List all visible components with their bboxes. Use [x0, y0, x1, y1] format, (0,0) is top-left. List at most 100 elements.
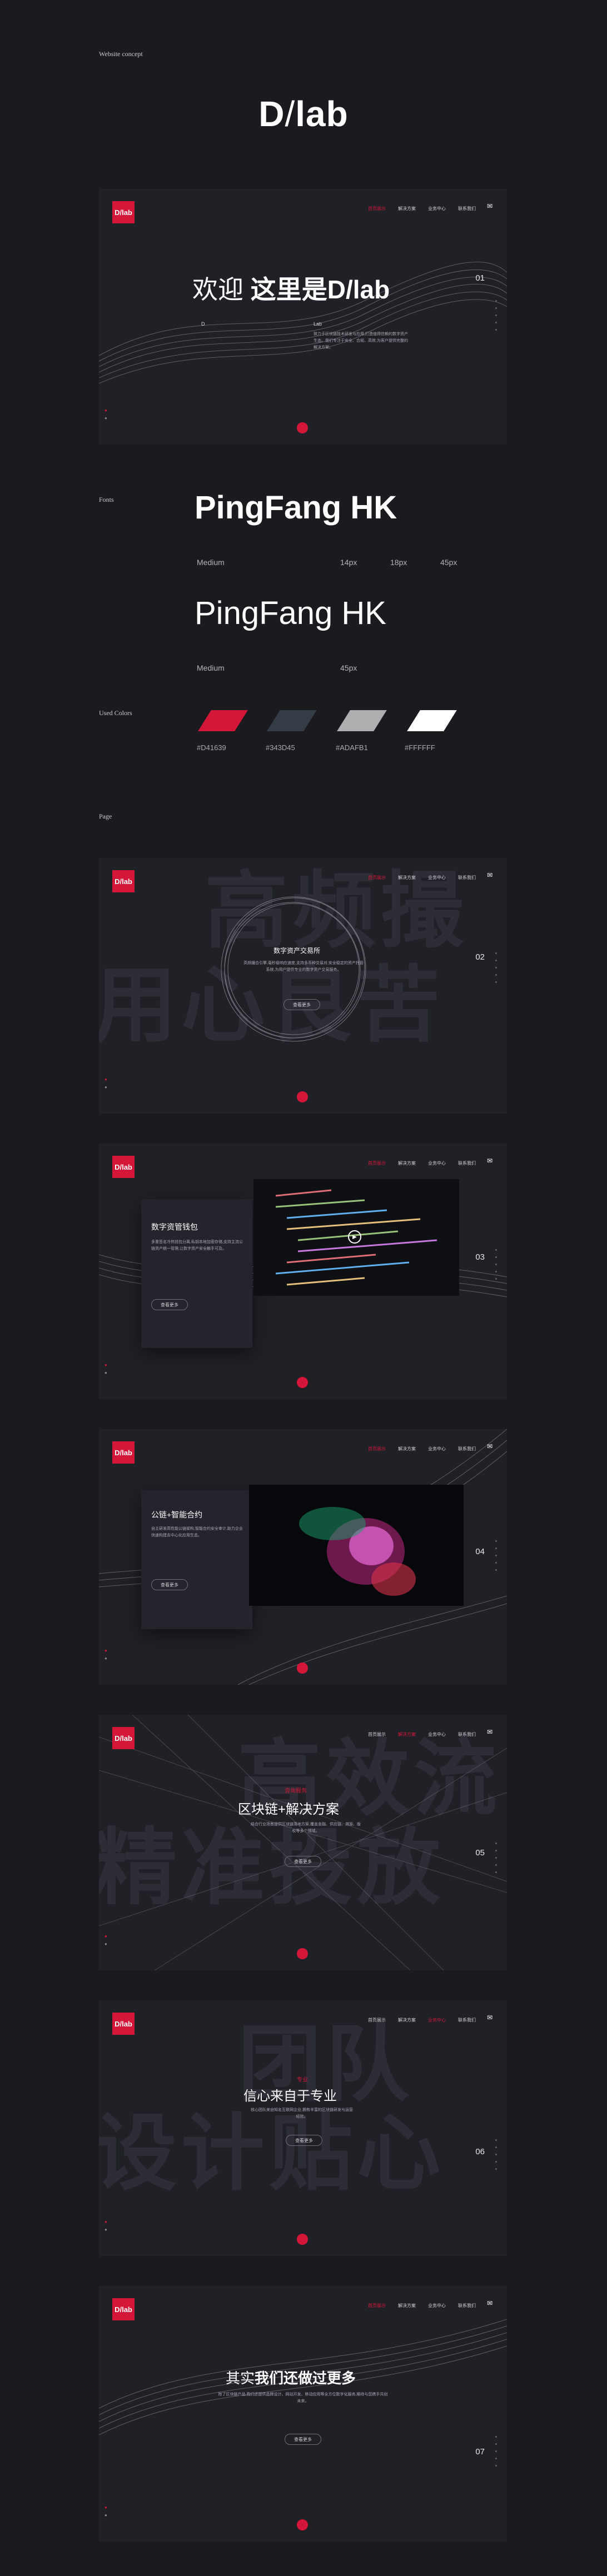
- side-indicator: ● ●: [105, 1362, 107, 1375]
- scroll-down-button[interactable]: [297, 1377, 308, 1388]
- page-label: Page: [99, 812, 112, 820]
- neon-sculpture-graphic: [299, 1507, 416, 1596]
- swatch-label-white: #FFFFFF: [405, 743, 435, 752]
- nav-item-solutions[interactable]: 解决方案: [398, 206, 416, 212]
- page-indicator[interactable]: [495, 2139, 497, 2170]
- view-more-button[interactable]: 查看更多: [151, 1299, 188, 1310]
- page-indicator[interactable]: [495, 300, 497, 331]
- nav-item-business[interactable]: 业务中心: [428, 206, 446, 212]
- nav-item-home[interactable]: 首页展示: [368, 2017, 386, 2023]
- concept-label: Website concept: [99, 50, 143, 58]
- page-indicator[interactable]: [495, 1843, 497, 1873]
- scroll-down-button[interactable]: [297, 2234, 308, 2245]
- font-size-45: 45px: [440, 558, 457, 567]
- nav-item-business[interactable]: 业务中心: [428, 1446, 446, 1452]
- play-icon[interactable]: ▶: [348, 1230, 361, 1244]
- header-logo[interactable]: D/lab: [112, 1156, 135, 1178]
- hero-description: 致力于区块链技术研发与应用,打造值得信赖的数字资产生态。我们专注于安全、合规、高…: [314, 332, 408, 350]
- nav-item-contact[interactable]: 联系我们: [458, 1731, 476, 1738]
- abstract-art-image: [249, 1485, 464, 1606]
- wechat-icon[interactable]: ✉: [487, 871, 496, 879]
- nav-item-solutions[interactable]: 解决方案: [398, 1160, 416, 1166]
- nav-item-contact[interactable]: 联系我们: [458, 875, 476, 881]
- nav-item-business[interactable]: 业务中心: [428, 2017, 446, 2023]
- card-description: 多重签名冷热钱包分离,私钥本地加密存储,支持主流公链资产统一管理,让数字资产安全…: [151, 1240, 243, 1251]
- screen-chain: 公链+智能合约 自主研发高性能公链架构,智能合约安全审计,助力企业快速构建去中心…: [99, 1429, 507, 1685]
- nav-item-home[interactable]: 首页展示: [368, 1446, 386, 1452]
- nav-item-business[interactable]: 业务中心: [428, 1160, 446, 1166]
- view-more-button[interactable]: 查看更多: [151, 1579, 188, 1590]
- side-indicator: ● ●: [105, 1648, 107, 1661]
- scroll-down-button[interactable]: [297, 1663, 308, 1674]
- font-sample-regular: PingFang HK: [195, 595, 386, 631]
- wechat-icon[interactable]: ✉: [487, 1442, 496, 1450]
- view-more-button[interactable]: 查看更多: [285, 1856, 321, 1867]
- font-weight-2: Medium: [197, 663, 225, 672]
- dlab-logo: D/lab: [258, 94, 349, 134]
- nav-item-home[interactable]: 首页展示: [368, 1731, 386, 1738]
- view-more-button[interactable]: 查看更多: [285, 2434, 321, 2445]
- header-logo[interactable]: D/lab: [112, 201, 135, 223]
- nav-item-home[interactable]: 首页展示: [368, 206, 386, 212]
- swatch-label-gray: #ADAFB1: [336, 743, 368, 752]
- section-kicker: 专业: [297, 2077, 308, 2083]
- light-rays-graphic: [99, 1715, 507, 1970]
- nav-item-solutions[interactable]: 解决方案: [398, 1731, 416, 1738]
- nav-item-solutions[interactable]: 解决方案: [398, 2017, 416, 2023]
- side-indicator: ● ●: [105, 2219, 107, 2232]
- scroll-down-button[interactable]: [297, 1948, 308, 1959]
- nav-item-business[interactable]: 业务中心: [428, 875, 446, 881]
- swatch-white: [407, 710, 457, 731]
- nav-item-solutions[interactable]: 解决方案: [398, 875, 416, 881]
- wechat-icon[interactable]: ✉: [487, 2299, 496, 2307]
- screen-wallet: 数字资管钱包 多重签名冷热钱包分离,私钥本地加密存储,支持主流公链资产统一管理,…: [99, 1144, 507, 1399]
- nav-item-contact[interactable]: 联系我们: [458, 1446, 476, 1452]
- header-logo[interactable]: D/lab: [112, 870, 135, 892]
- nav-item-business[interactable]: 业务中心: [428, 2303, 446, 2309]
- nav-item-contact[interactable]: 联系我们: [458, 2017, 476, 2023]
- nav-item-solutions[interactable]: 解决方案: [398, 1446, 416, 1452]
- section-kicker: 咨询服务: [285, 1788, 307, 1794]
- nav-item-contact[interactable]: 联系我们: [458, 206, 476, 212]
- header-logo[interactable]: D/lab: [112, 1441, 135, 1464]
- nav-item-contact[interactable]: 联系我们: [458, 1160, 476, 1166]
- page-indicator[interactable]: [495, 2436, 497, 2467]
- top-nav: 首页展示 解决方案 业务中心 联系我们: [368, 206, 476, 212]
- page-indicator[interactable]: [495, 1249, 497, 1280]
- wechat-icon[interactable]: ✉: [487, 202, 496, 210]
- scroll-down-button[interactable]: [297, 2519, 308, 2530]
- top-nav: 首页展示 解决方案 业务中心 联系我们: [368, 875, 476, 881]
- nav-item-business[interactable]: 业务中心: [428, 1731, 446, 1738]
- nav-item-home[interactable]: 首页展示: [368, 875, 386, 881]
- hero-title: 欢迎 这里是D/lab: [192, 275, 390, 304]
- section-description: 除了区块链产品,我们还提供品牌设计、网站开发、移动应用等全方位数字化服务,期待与…: [218, 2393, 388, 2403]
- section-title: 信心来自于专业: [243, 2089, 337, 2104]
- view-more-button[interactable]: 查看更多: [283, 999, 320, 1010]
- swatch-slate: [267, 710, 317, 731]
- header-logo[interactable]: D/lab: [112, 2298, 135, 2320]
- wechat-icon[interactable]: ✉: [487, 2014, 496, 2021]
- header-logo[interactable]: D/lab: [112, 1727, 135, 1749]
- screen-solutions: 高效流 精准投放 D/lab 首页展示 解决方案 业务中心 联系我们 ✉ 咨询服…: [99, 1715, 507, 1970]
- screen-exchange: 高频撮 用心良苦 D/lab 首页展示 解决方案 业务中心 联系我们 ✉ 数字资…: [99, 858, 507, 1114]
- scroll-down-button[interactable]: [297, 1091, 308, 1102]
- page-indicator[interactable]: [495, 952, 497, 983]
- nav-item-contact[interactable]: 联系我们: [458, 2303, 476, 2309]
- font-size-45-b: 45px: [340, 663, 357, 672]
- top-nav: 首页展示 解决方案 业务中心 联系我们: [368, 2303, 476, 2309]
- scroll-down-button[interactable]: [297, 422, 308, 433]
- view-more-button[interactable]: 查看更多: [286, 2135, 322, 2146]
- nav-item-solutions[interactable]: 解决方案: [398, 2303, 416, 2309]
- wechat-icon[interactable]: ✉: [487, 1157, 496, 1165]
- code-screenshot-image: ▶: [253, 1179, 459, 1296]
- slide-number: 01: [475, 273, 485, 283]
- wechat-icon[interactable]: ✉: [487, 1728, 496, 1736]
- nav-item-home[interactable]: 首页展示: [368, 1160, 386, 1166]
- nav-item-home[interactable]: 首页展示: [368, 2303, 386, 2309]
- column-left-label: D: [201, 321, 205, 327]
- header-logo[interactable]: D/lab: [112, 2013, 135, 2035]
- card-description: 自主研发高性能公链架构,智能合约安全审计,助力企业快速构建去中心化应用生态。: [151, 1527, 243, 1537]
- slide-number: 06: [475, 2147, 485, 2156]
- page-indicator[interactable]: [495, 1540, 497, 1571]
- bg-text-line2: 设计贴心: [99, 2106, 445, 2200]
